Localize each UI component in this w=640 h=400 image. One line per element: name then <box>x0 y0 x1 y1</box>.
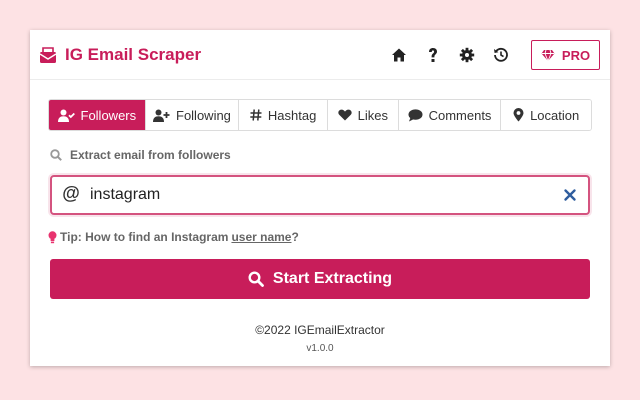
subtitle-text: Extract email from followers <box>70 148 231 162</box>
comment-icon <box>408 108 423 121</box>
tab-likes[interactable]: Likes <box>327 100 399 130</box>
help-button[interactable] <box>424 46 442 64</box>
tab-location[interactable]: Location <box>501 100 591 130</box>
location-pin-icon <box>513 108 524 122</box>
help-icon <box>429 48 437 62</box>
tip-suffix: ? <box>291 230 299 244</box>
tab-label: Likes <box>357 107 389 123</box>
tab-label: Hashtag <box>267 107 317 123</box>
tab-label: Followers <box>80 107 137 123</box>
tab-hashtag[interactable]: Hashtag <box>239 100 328 130</box>
version: v1.0.0 <box>306 343 334 354</box>
settings-button[interactable] <box>458 46 476 64</box>
clear-icon[interactable] <box>563 188 577 202</box>
lightbulb-icon <box>48 230 57 243</box>
home-button[interactable] <box>390 46 408 64</box>
app-panel: IG Email Scraper PRO Followers Following… <box>30 30 610 366</box>
search-icon <box>248 271 264 287</box>
user-check-icon <box>57 109 75 122</box>
username-input[interactable] <box>90 183 550 207</box>
at-sign-icon: @ <box>62 183 80 203</box>
header: IG Email Scraper PRO <box>30 30 610 80</box>
section-subtitle: Extract email from followers <box>50 147 231 163</box>
tab-followers[interactable]: Followers <box>49 100 146 130</box>
tab-following[interactable]: Following <box>145 100 240 130</box>
history-button[interactable] <box>492 46 510 64</box>
search-icon <box>50 149 62 161</box>
home-icon <box>392 48 406 62</box>
pro-label: PRO <box>561 47 591 63</box>
tab-label: Comments <box>428 107 492 123</box>
copyright: ©2022 IGEmailExtractor <box>255 323 385 337</box>
tab-comments[interactable]: Comments <box>398 100 502 130</box>
username-input-box: @ <box>50 175 590 215</box>
gear-icon <box>459 47 475 63</box>
mail-box-icon <box>39 47 57 63</box>
tab-label: Location <box>530 107 580 123</box>
heart-icon <box>338 109 352 121</box>
start-button-label: Start Extracting <box>272 270 393 287</box>
tab-label: Following <box>176 107 231 123</box>
user-plus-icon <box>153 109 170 122</box>
pro-button[interactable]: PRO <box>531 40 600 70</box>
hashtag-icon <box>250 109 262 121</box>
tip: Tip: How to find an Instagram user name … <box>48 229 299 245</box>
start-extracting-button[interactable]: Start Extracting <box>50 259 590 299</box>
tip-text: Tip: How to find an Instagram <box>60 230 229 244</box>
scrape-source-tabs: Followers Following Hashtag Likes Commen… <box>48 99 592 131</box>
history-icon <box>494 47 508 62</box>
user-name-help-link[interactable]: user name <box>231 230 291 244</box>
gem-icon <box>541 49 555 61</box>
app-title: IG Email Scraper <box>65 45 202 64</box>
brand: IG Email Scraper <box>39 44 201 66</box>
